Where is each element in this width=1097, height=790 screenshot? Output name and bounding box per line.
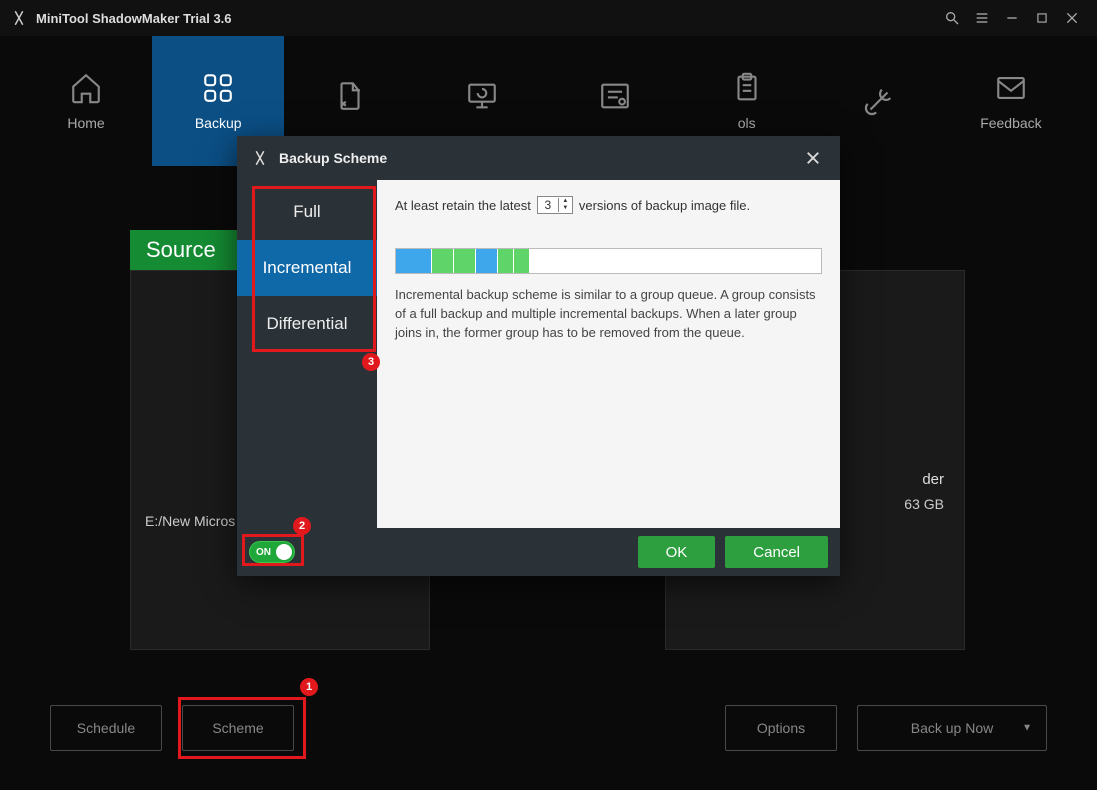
spinner-arrows[interactable]: ▲▼ — [558, 198, 572, 212]
bar-incr-segment — [498, 249, 514, 273]
options-button[interactable]: Options — [725, 705, 837, 751]
dialog-logo-icon — [251, 149, 269, 167]
retain-prefix: At least retain the latest — [395, 198, 531, 213]
file-sync-icon — [333, 79, 367, 113]
source-path: E:/New Micros — [145, 513, 235, 529]
retain-spinner[interactable]: ▲▼ — [537, 196, 573, 214]
schedule-button[interactable]: Schedule — [50, 705, 162, 751]
search-icon[interactable] — [937, 3, 967, 33]
grid-icon — [201, 71, 235, 105]
ok-button[interactable]: OK — [638, 536, 716, 568]
arrow-up-icon: ▲ — [559, 198, 572, 205]
list-gear-icon — [598, 79, 632, 113]
cancel-button[interactable]: Cancel — [725, 536, 828, 568]
bottom-bar: Schedule Scheme Options Back up Now ▼ — [0, 696, 1097, 760]
minimize-icon[interactable] — [997, 3, 1027, 33]
monitor-refresh-icon — [465, 79, 499, 113]
scheme-option-full[interactable]: Full — [237, 184, 377, 240]
bar-incr-segment — [514, 249, 530, 273]
title-bar: MiniTool ShadowMaker Trial 3.6 — [0, 0, 1097, 36]
annotation-badge-1: 1 — [300, 678, 318, 696]
retain-line: At least retain the latest ▲▼ versions o… — [395, 196, 822, 214]
nav-home[interactable]: Home — [20, 36, 152, 166]
toggle-knob — [276, 544, 292, 560]
scheme-sidebar: Full Incremental Differential — [237, 180, 377, 528]
annotation-badge-3: 3 — [362, 353, 380, 371]
bar-incr-segment — [432, 249, 454, 273]
mail-icon — [994, 71, 1028, 105]
nav-label: Backup — [195, 115, 242, 131]
chevron-down-icon: ▼ — [1022, 723, 1032, 734]
tools-icon — [862, 84, 896, 118]
retain-suffix: versions of backup image file. — [579, 198, 750, 213]
menu-icon[interactable] — [967, 3, 997, 33]
scheme-enable-toggle[interactable]: ON — [249, 541, 295, 563]
toggle-label: ON — [256, 547, 271, 558]
clipboard-icon — [730, 71, 764, 105]
app-root: MiniTool ShadowMaker Trial 3.6 Home Back… — [0, 0, 1097, 790]
scheme-option-incremental[interactable]: Incremental — [237, 240, 377, 296]
scheme-content: At least retain the latest ▲▼ versions o… — [377, 180, 840, 528]
bar-full-segment — [396, 249, 432, 273]
nav-label: ols — [738, 115, 756, 131]
maximize-icon[interactable] — [1027, 3, 1057, 33]
scheme-description: Incremental backup scheme is similar to … — [395, 286, 822, 343]
destination-size: 63 GB — [904, 496, 944, 512]
annotation-badge-2: 2 — [293, 517, 311, 535]
app-logo-icon — [10, 9, 28, 27]
bar-incr-segment — [454, 249, 476, 273]
scheme-button[interactable]: Scheme — [182, 705, 294, 751]
backup-now-label: Back up Now — [911, 720, 993, 736]
dialog-body: Full Incremental Differential At least r… — [237, 180, 840, 528]
nav-feedback[interactable]: Feedback — [945, 36, 1077, 166]
nav-label: Home — [67, 115, 104, 131]
dialog-titlebar: Backup Scheme — [237, 136, 840, 180]
bar-full-segment — [476, 249, 498, 273]
backup-now-button[interactable]: Back up Now ▼ — [857, 705, 1047, 751]
dialog-bottom-bar: ON OK Cancel — [237, 528, 840, 576]
home-icon — [69, 71, 103, 105]
dialog-title: Backup Scheme — [279, 150, 387, 166]
scheme-visual-bar — [395, 248, 822, 274]
arrow-down-icon: ▼ — [559, 205, 572, 212]
retain-input[interactable] — [538, 198, 558, 212]
backup-scheme-dialog: Backup Scheme Full Incremental Different… — [237, 136, 840, 576]
scheme-option-differential[interactable]: Differential — [237, 296, 377, 352]
nav-label: Feedback — [980, 115, 1041, 131]
close-icon[interactable] — [1057, 3, 1087, 33]
destination-name: der — [922, 471, 944, 488]
app-title: MiniTool ShadowMaker Trial 3.6 — [36, 11, 232, 26]
dialog-close-button[interactable] — [800, 145, 826, 171]
